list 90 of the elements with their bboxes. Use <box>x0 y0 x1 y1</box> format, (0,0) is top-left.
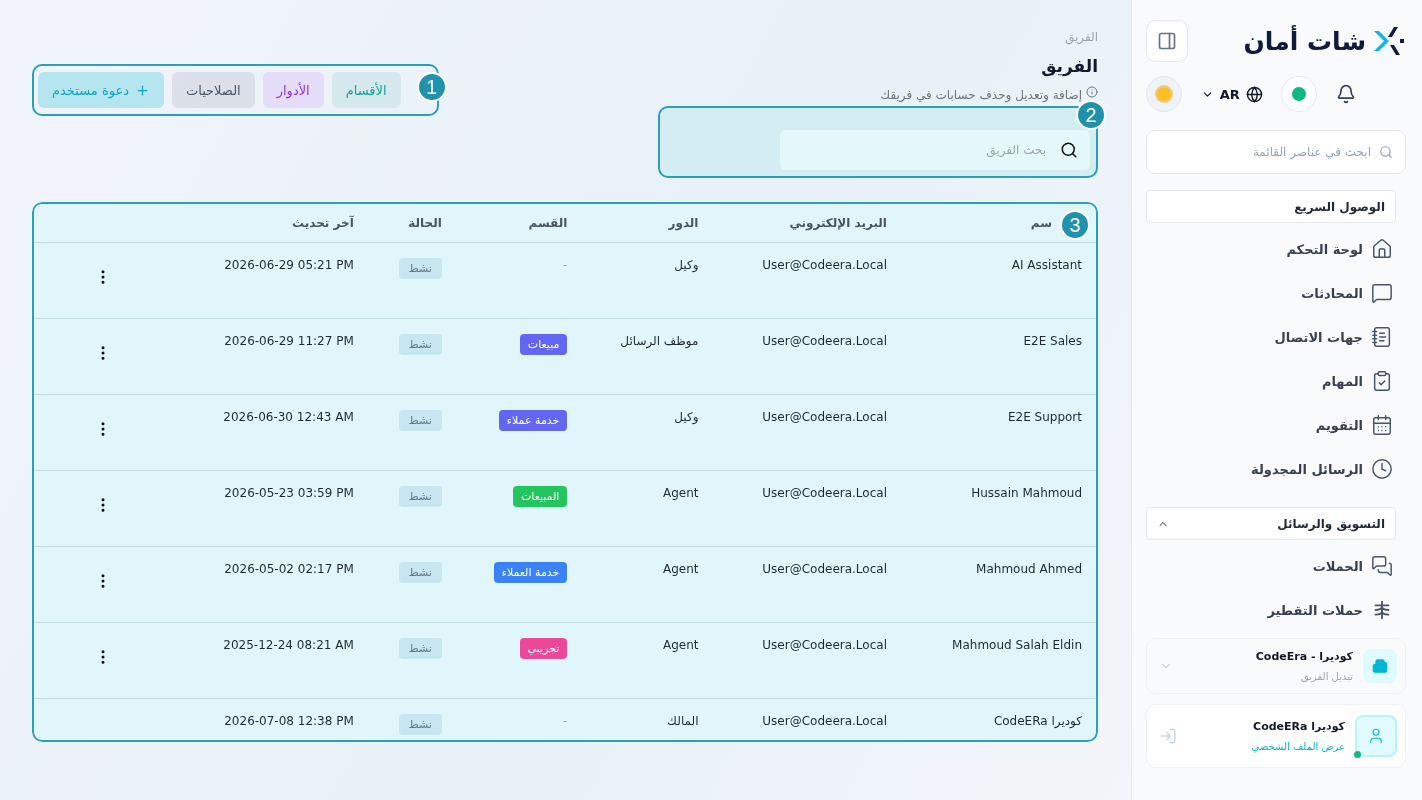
table-cell: E2E Support <box>1007 410 1082 424</box>
chat-bubbles-icon <box>1371 555 1393 577</box>
table-cell: User@Codeera.Local <box>762 410 887 424</box>
nav-item[interactable]: جهات الاتصال <box>1146 315 1406 359</box>
panel-icon <box>1157 31 1177 51</box>
status-tag: نشط <box>398 562 442 583</box>
notebook-icon <box>1371 326 1393 348</box>
nav-item[interactable]: لوحة التحكم <box>1146 227 1406 271</box>
collapse-sidebar-button[interactable] <box>1146 20 1188 62</box>
table-cell: E2E Sales <box>1023 334 1082 348</box>
table-cell: 2026-05-02 02:17 PM <box>224 562 354 576</box>
nav-item[interactable]: الحملات <box>1146 544 1406 588</box>
department-tag: خدمة عملاء <box>498 410 568 431</box>
table-cell: موظف الرسائل <box>620 334 699 348</box>
table-cell: المالك <box>667 714 699 728</box>
department-tag: خدمة العملاء <box>493 562 568 583</box>
callout-number: 3 <box>1060 210 1090 240</box>
table-cell: وكيل <box>674 410 699 424</box>
department-tag: المبيعات <box>512 486 568 507</box>
status-tag: نشط <box>398 638 442 659</box>
table-cell: User@Codeera.Local <box>762 486 887 500</box>
table-cell: Agent <box>662 486 699 500</box>
callout-number: 1 <box>416 72 447 102</box>
chat-bubble-icon <box>1371 282 1393 304</box>
globe-icon <box>1245 85 1263 103</box>
status-tag: نشط <box>398 486 442 507</box>
nav-item[interactable]: المهام <box>1146 359 1406 403</box>
nav-item[interactable]: حملات التقطير <box>1146 588 1406 632</box>
info-icon <box>1086 86 1098 98</box>
search-icon <box>1379 145 1393 159</box>
callout-number: 2 <box>1076 100 1106 130</box>
status-tag: نشط <box>398 258 442 279</box>
column-header: سم <box>1030 216 1052 230</box>
table-cell: User@Codeera.Local <box>762 562 887 576</box>
table-cell: User@Codeera.Local <box>762 714 887 728</box>
table-cell: 2026-06-29 11:27 PM <box>224 334 354 348</box>
table-cell: 2026-05-23 03:59 PM <box>224 486 354 500</box>
house-icon <box>1371 238 1393 260</box>
nav-item[interactable]: المحادثات <box>1146 271 1406 315</box>
online-status-button[interactable] <box>1281 76 1318 112</box>
team-switcher[interactable]: كوديرا - CodeEra تبديل الفريق <box>1146 638 1406 694</box>
table-cell: User@Codeera.Local <box>762 334 887 348</box>
app-logo: شات أمان <box>1243 23 1404 59</box>
table-cell: كوديرا CodeERa <box>993 714 1082 728</box>
table-cell: - <box>563 714 568 728</box>
column-header: الدور <box>668 216 699 230</box>
tab[interactable]: الأدوار <box>262 72 324 108</box>
clipboard-check-icon <box>1371 370 1393 392</box>
nav-item[interactable]: الرسائل المجدولة <box>1146 447 1406 491</box>
table-cell: Agent <box>662 562 699 576</box>
status-tag: نشط <box>398 714 442 735</box>
table-cell: AI Assistant <box>1011 258 1082 272</box>
column-header: البريد الإلكتروني <box>789 216 887 230</box>
table-cell: User@Codeera.Local <box>762 638 887 652</box>
plus-icon <box>134 82 150 98</box>
table-cell: 2025-12-24 08:21 AM <box>223 638 354 652</box>
table-cell: وكيل <box>674 258 699 272</box>
table-cell: Agent <box>662 638 699 652</box>
calendar-icon <box>1371 414 1393 436</box>
column-header: الحالة <box>408 216 442 230</box>
table-cell: User@Codeera.Local <box>762 258 887 272</box>
column-header: القسم <box>528 216 568 230</box>
building-icon <box>1372 658 1388 674</box>
table-cell: Mahmoud Ahmed <box>976 562 1082 576</box>
user-icon <box>1367 727 1385 745</box>
search-icon <box>1060 141 1078 159</box>
page-title: الفريق <box>1041 56 1098 76</box>
table-cell: - <box>563 258 568 272</box>
table-cell: Mahmoud Salah Eldin <box>952 638 1082 652</box>
table-cell: 2026-06-29 05:21 PM <box>224 258 354 272</box>
sun-icon <box>1154 84 1174 104</box>
page-description: إضافة وتعديل وحذف حسابات في فريقك <box>880 88 1082 102</box>
language-selector[interactable]: AR <box>1200 85 1263 103</box>
nav-item[interactable]: التقويم <box>1146 403 1406 447</box>
tab[interactable]: الصلاحيات <box>171 72 255 108</box>
bell-icon[interactable] <box>1336 84 1356 104</box>
table-cell: Hussain Mahmoud <box>971 486 1082 500</box>
column-header: آخر تحديث <box>292 216 354 230</box>
theme-toggle[interactable] <box>1146 76 1182 112</box>
table-cell: 2026-07-08 12:38 PM <box>224 714 354 728</box>
clock-icon <box>1371 458 1393 480</box>
table-cell: 2026-06-30 12:43 AM <box>223 410 354 424</box>
profile-card[interactable]: كوديرا CodeERa عرض الملف الشخصي <box>1146 704 1406 768</box>
section-header[interactable]: التسويق والرسائل <box>1146 507 1396 540</box>
section-header[interactable]: الوصول السريع <box>1146 190 1396 223</box>
team-search-field[interactable]: بحث الفريق <box>780 130 1090 170</box>
status-tag: نشط <box>398 334 442 355</box>
status-tag: نشط <box>398 410 442 431</box>
department-tag: مبيعات <box>519 334 568 355</box>
department-tag: تجريبي <box>519 638 568 659</box>
